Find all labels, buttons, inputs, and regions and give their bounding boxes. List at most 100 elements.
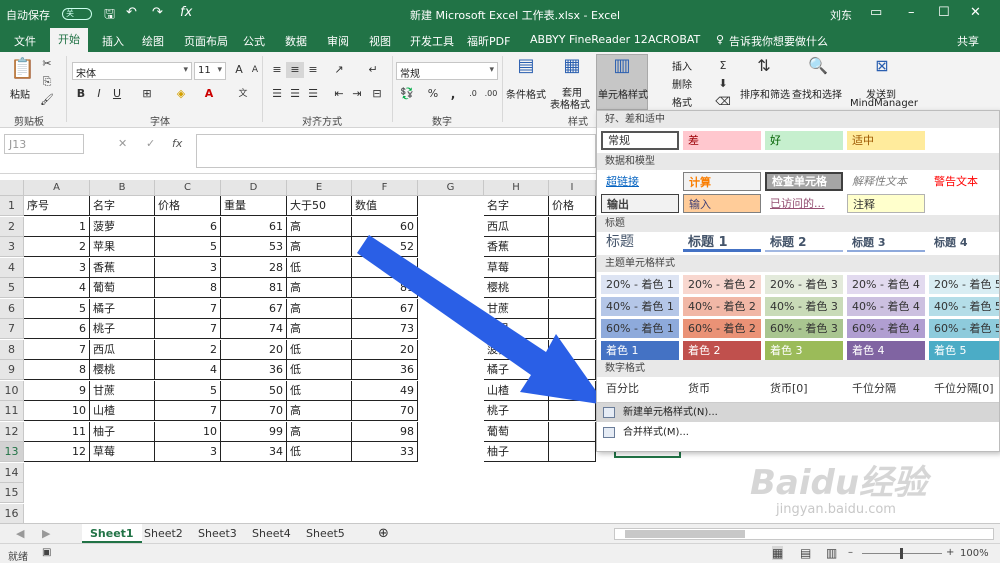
table-cell[interactable]: 葡萄: [90, 278, 155, 298]
table-cell[interactable]: 柚子: [90, 421, 155, 442]
sheet-tab-2[interactable]: Sheet2: [136, 524, 191, 543]
table-cell[interactable]: 7: [155, 298, 221, 319]
tab-home[interactable]: 开始: [50, 28, 88, 52]
new-cell-style-menu-item[interactable]: 新建单元格样式(N)...: [597, 402, 999, 422]
table-cell[interactable]: 高: [287, 298, 352, 319]
table-cell[interactable]: 高: [287, 401, 352, 421]
theme-style-swatch[interactable]: 60% - 着色 3: [765, 319, 843, 338]
table-cell[interactable]: 橘子: [90, 298, 155, 319]
row-header[interactable]: 3: [0, 237, 24, 257]
criteria-cell[interactable]: 甘蔗: [484, 298, 549, 319]
send-to-button-line2[interactable]: MindManager: [850, 98, 918, 109]
table-cell[interactable]: 3: [24, 257, 90, 278]
scrollbar-thumb[interactable]: [625, 530, 745, 538]
table-cell[interactable]: 低: [287, 257, 352, 278]
fill-color-icon[interactable]: ◈: [172, 86, 190, 102]
table-cell[interactable]: 苹果: [90, 237, 155, 257]
criteria-cell[interactable]: 苹果: [484, 319, 549, 339]
zoom-in-icon[interactable]: +: [946, 547, 954, 558]
style-title[interactable]: 标题: [601, 233, 679, 252]
table-header-cell[interactable]: 大于50: [287, 196, 352, 216]
minimize-icon[interactable]: –: [908, 5, 915, 20]
table-cell[interactable]: 10: [24, 401, 90, 421]
style-note[interactable]: 注释: [847, 194, 925, 213]
table-cell[interactable]: 高: [287, 421, 352, 442]
table-cell[interactable]: 52: [352, 237, 418, 257]
row-header[interactable]: 15: [0, 483, 24, 503]
table-cell[interactable]: 5: [155, 237, 221, 257]
criteria-header-cell[interactable]: 名字: [484, 196, 549, 216]
style-comma[interactable]: 千位分隔: [847, 379, 925, 398]
clear-icon[interactable]: ⌫: [714, 94, 732, 110]
row-header[interactable]: 2: [0, 216, 24, 237]
orientation-icon[interactable]: ↗: [330, 62, 348, 78]
sheet-tab-3[interactable]: Sheet3: [190, 524, 245, 543]
percent-button[interactable]: %: [424, 86, 442, 102]
font-name-select[interactable]: 宋体: [72, 62, 192, 80]
italic-button[interactable]: I: [90, 86, 108, 102]
table-cell[interactable]: 低: [287, 380, 352, 401]
style-calculation[interactable]: 计算: [683, 172, 761, 191]
tab-insert[interactable]: 插入: [102, 33, 124, 49]
theme-style-swatch[interactable]: 40% - 着色 4: [847, 297, 925, 316]
table-cell[interactable]: 山楂: [90, 401, 155, 421]
insert-cells-button[interactable]: 插入: [672, 58, 692, 73]
table-cell[interactable]: 3: [155, 442, 221, 462]
table-cell[interactable]: 81: [352, 278, 418, 298]
style-followed-hyperlink[interactable]: 已访问的...: [765, 194, 843, 213]
criteria-cell[interactable]: 西瓜: [484, 216, 549, 237]
criteria-cell[interactable]: [549, 216, 596, 237]
format-as-table-icon[interactable]: ▦: [560, 57, 584, 82]
add-sheet-icon[interactable]: ⊕: [370, 524, 397, 543]
row-header[interactable]: 11: [0, 401, 24, 421]
user-name[interactable]: 刘东: [830, 7, 852, 23]
table-cell[interactable]: 甘蔗: [90, 380, 155, 401]
theme-style-swatch[interactable]: 40% - 着色 3: [765, 297, 843, 316]
theme-style-swatch[interactable]: 20% - 着色 1: [601, 275, 679, 294]
theme-style-swatch[interactable]: 40% - 着色 5: [929, 297, 999, 316]
criteria-cell[interactable]: 山楂: [484, 380, 549, 401]
font-color-icon[interactable]: A: [200, 86, 218, 102]
tab-view[interactable]: 视图: [369, 33, 391, 49]
style-normal[interactable]: 常规: [601, 131, 679, 150]
row-header[interactable]: 8: [0, 339, 24, 360]
find-select-icon[interactable]: 🔍: [806, 58, 830, 82]
table-cell[interactable]: 香蕉: [90, 257, 155, 278]
column-header[interactable]: C: [155, 180, 221, 196]
zoom-slider-thumb[interactable]: [900, 548, 903, 559]
table-cell[interactable]: 36: [352, 360, 418, 380]
criteria-cell[interactable]: [549, 319, 596, 339]
sheet-tab-1[interactable]: Sheet1: [82, 524, 142, 543]
select-all-corner[interactable]: [0, 180, 24, 196]
border-icon[interactable]: ⊞: [138, 86, 156, 102]
table-cell[interactable]: 1: [24, 216, 90, 237]
share-button[interactable]: 共享: [957, 33, 979, 49]
horizontal-scrollbar[interactable]: [614, 528, 994, 540]
table-cell[interactable]: 6: [155, 216, 221, 237]
criteria-cell[interactable]: 柚子: [484, 442, 549, 462]
table-cell[interactable]: 7: [155, 319, 221, 339]
redo-icon[interactable]: ↷: [152, 5, 163, 20]
table-cell[interactable]: 菠萝: [90, 216, 155, 237]
table-cell[interactable]: 2: [155, 339, 221, 360]
row-header[interactable]: 13: [0, 442, 24, 462]
table-header-cell[interactable]: 价格: [155, 196, 221, 216]
table-cell[interactable]: 20: [221, 339, 287, 360]
column-header[interactable]: B: [90, 180, 155, 196]
enter-icon[interactable]: ✓: [146, 137, 155, 150]
table-header-cell[interactable]: 名字: [90, 196, 155, 216]
theme-style-swatch[interactable]: 着色 5: [929, 341, 999, 360]
mindmanager-icon[interactable]: ⊠: [870, 58, 894, 82]
column-header[interactable]: H: [484, 180, 549, 196]
insert-function-button[interactable]: fx: [172, 137, 182, 150]
theme-style-swatch[interactable]: 60% - 着色 1: [601, 319, 679, 338]
column-header[interactable]: D: [221, 180, 287, 196]
align-left-icon[interactable]: ☰: [268, 86, 286, 102]
row-header[interactable]: 12: [0, 421, 24, 442]
tab-file[interactable]: 文件: [14, 33, 36, 49]
row-header[interactable]: 16: [0, 503, 24, 524]
style-currency-0[interactable]: 货币[0]: [765, 379, 843, 398]
row-header[interactable]: 5: [0, 278, 24, 298]
save-icon[interactable]: 🖫: [104, 5, 115, 27]
increase-decimal-icon[interactable]: .0: [464, 86, 482, 102]
